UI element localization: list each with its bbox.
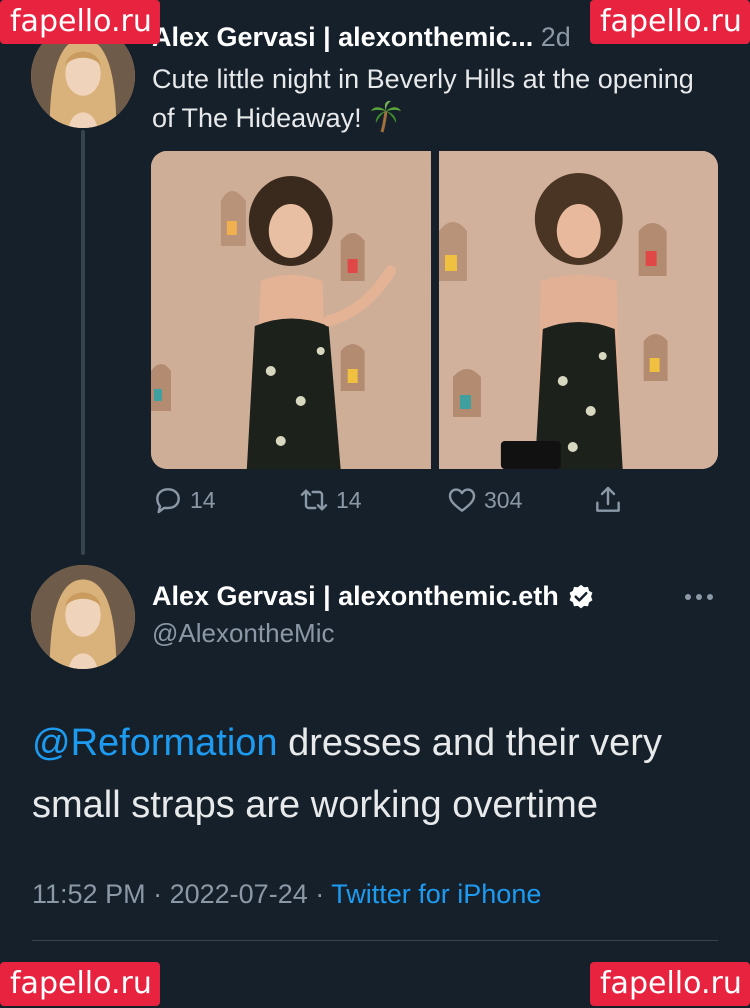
like-icon <box>448 488 476 512</box>
mention-link[interactable]: @Reformation <box>32 722 278 764</box>
avatar[interactable] <box>31 565 135 669</box>
reply-icon <box>156 488 180 514</box>
retweet-button[interactable]: 14 <box>298 484 362 516</box>
verified-badge-icon <box>569 584 593 608</box>
retweet-count: 14 <box>336 486 362 513</box>
meta-separator: · <box>153 879 163 909</box>
reply-count: 14 <box>190 486 216 513</box>
tweet-date[interactable]: 2022-07-24 <box>170 879 308 909</box>
watermark: fapello.ru <box>590 962 750 1006</box>
thread-connector-line <box>81 130 85 555</box>
tweet-source-link[interactable]: Twitter for iPhone <box>331 879 541 909</box>
reply-button[interactable]: 14 <box>152 484 216 516</box>
tweet-action-bar: 14 14 304 <box>152 484 632 524</box>
retweet-icon <box>300 489 328 511</box>
display-name-text[interactable]: Alex Gervasi | alexonthemic.eth <box>152 581 559 612</box>
share-button[interactable] <box>592 484 624 516</box>
tweet-timestamp[interactable]: 11:52 PM <box>32 879 146 909</box>
watermark: fapello.ru <box>0 962 160 1006</box>
author-display-name[interactable]: Alex Gervasi | alexonthemic.eth <box>152 581 595 612</box>
tweet-body: @Reformation dresses and their very smal… <box>32 712 722 836</box>
author-name[interactable]: Alex Gervasi | alexonthemic... <box>152 22 533 52</box>
meta-separator: · <box>315 879 325 909</box>
tweet-photo-1[interactable] <box>151 151 431 469</box>
author-handle[interactable]: @AlexontheMic <box>152 618 334 649</box>
share-icon <box>596 486 620 512</box>
tweet-time[interactable]: 2d <box>541 22 571 52</box>
tweet-metadata: 11:52 PM · 2022-07-24 · Twitter for iPho… <box>32 879 541 910</box>
like-button[interactable]: 304 <box>446 484 522 516</box>
palm-tree-icon <box>369 99 403 133</box>
tweet-media-grid[interactable] <box>151 151 718 469</box>
like-count: 304 <box>484 486 523 513</box>
tweet-text-content: Cute little night in Beverly Hills at th… <box>152 64 694 133</box>
divider <box>32 940 718 941</box>
tweet-text: Cute little night in Beverly Hills at th… <box>152 60 722 138</box>
watermark: fapello.ru <box>0 0 160 44</box>
tweet-photo-2[interactable] <box>438 151 718 469</box>
watermark: fapello.ru <box>590 0 750 44</box>
more-icon[interactable] <box>682 582 716 612</box>
